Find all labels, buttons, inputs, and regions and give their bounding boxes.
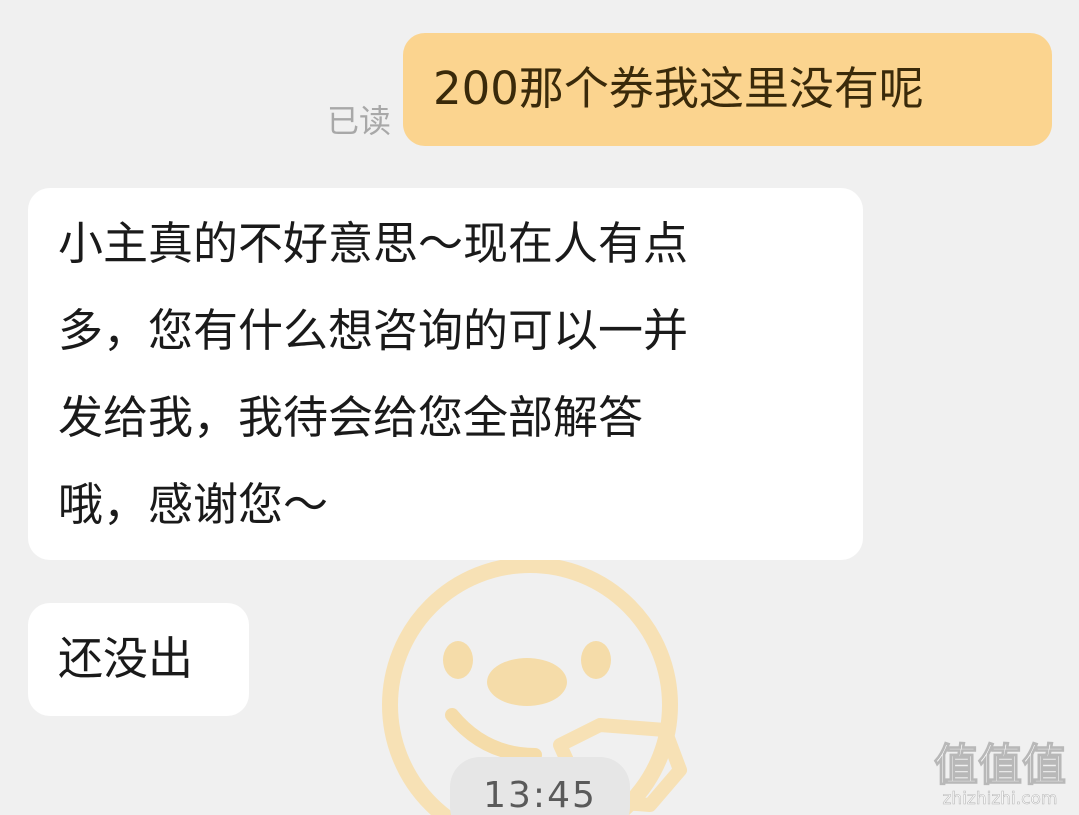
sent-message-bubble[interactable]: 200那个券我这里没有呢 (403, 33, 1052, 146)
received-message-bubble[interactable]: 还没出 (28, 603, 249, 716)
read-receipt: 已读 (327, 102, 392, 140)
message-line: 发给我，我待会给您全部解答 (58, 391, 644, 444)
message-timestamp: 13:45 (450, 757, 630, 815)
chat-window: 已读 200那个券我这里没有呢 小主真的不好意思～现在人有点 多，您有什么想咨询… (0, 0, 1079, 815)
received-message-bubble[interactable]: 小主真的不好意思～现在人有点 多，您有什么想咨询的可以一并 发给我，我待会给您全… (28, 188, 863, 560)
watermark-domain: zhizhizhi.com (943, 789, 1058, 808)
site-watermark-logo: 值值值 zhizhizhi.com (933, 739, 1066, 808)
watermark-logo-text: 值值值 (934, 740, 1066, 791)
message-line: 哦，感谢您～ (58, 478, 329, 531)
message-line: 多，您有什么想咨询的可以一并 (58, 304, 689, 357)
message-line: 小主真的不好意思～现在人有点 (58, 217, 689, 270)
